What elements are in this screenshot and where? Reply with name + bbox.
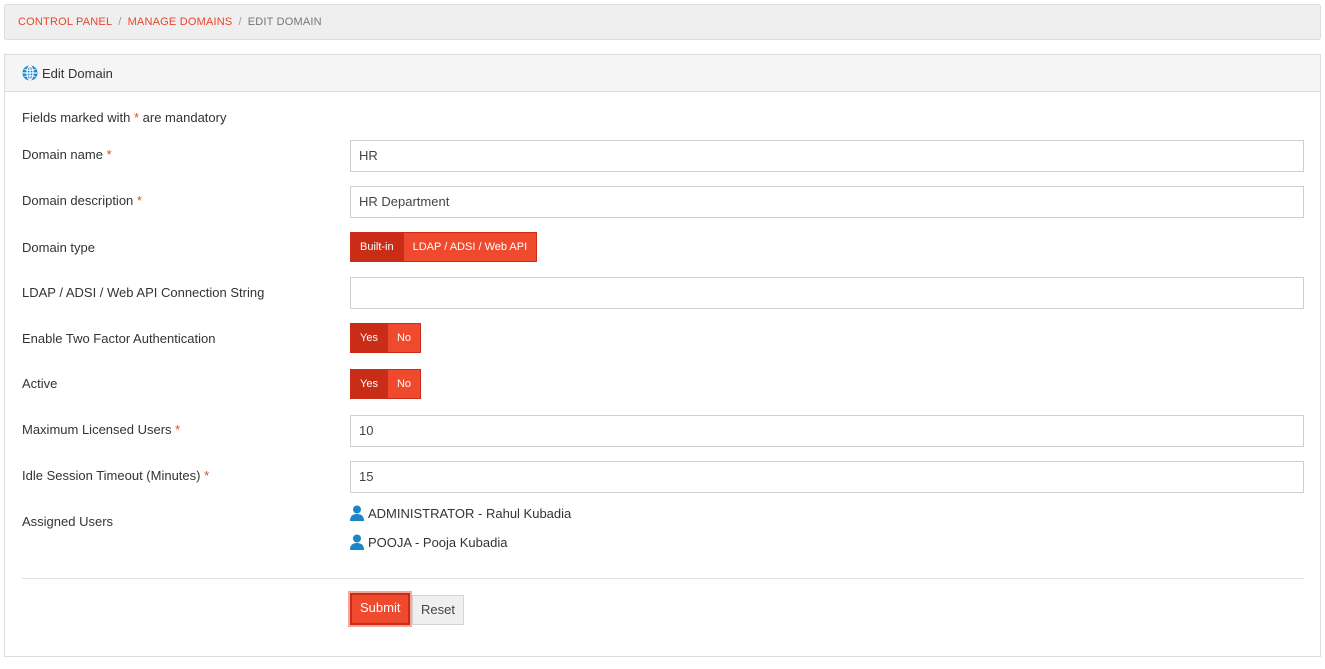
breadcrumb-manage-domains[interactable]: MANAGE DOMAINS [128, 16, 233, 28]
user-icon [350, 505, 364, 521]
form-divider [22, 578, 1304, 579]
breadcrumb-control-panel[interactable]: CONTROL PANEL [18, 16, 112, 28]
domain-description-input[interactable]: HR Department [350, 186, 1304, 218]
assigned-user-name: ADMINISTRATOR - Rahul Kubadia [368, 505, 572, 521]
idle-timeout-input[interactable]: 15 [350, 461, 1304, 493]
globe-icon [22, 65, 38, 81]
reset-button[interactable]: Reset [412, 595, 464, 625]
assigned-user-item: ADMINISTRATOR - Rahul Kubadia [350, 505, 571, 521]
domain-name-label: Domain name [22, 147, 103, 162]
active-label: Active [22, 376, 58, 391]
two-factor-label: Enable Two Factor Authentication [22, 331, 216, 346]
two-factor-yes-button[interactable]: Yes [350, 323, 388, 353]
domain-description-label: Domain description [22, 193, 134, 208]
panel-title: Edit Domain [42, 65, 113, 81]
mandatory-note-prefix: Fields marked with [22, 110, 134, 125]
breadcrumb-separator: / [118, 16, 122, 28]
idle-timeout-label: Idle Session Timeout (Minutes) [22, 468, 201, 483]
user-icon [350, 534, 364, 550]
breadcrumb: CONTROL PANEL / MANAGE DOMAINS / EDIT DOMAIN [4, 4, 1321, 40]
domain-type-toggle: Built-in LDAP / ADSI / Web API [350, 232, 538, 262]
two-factor-toggle: Yes No [350, 323, 422, 353]
required-star: * [175, 422, 181, 437]
submit-button[interactable]: Submit [350, 593, 411, 625]
assigned-user-item: POOJA - Pooja Kubadia [350, 534, 507, 550]
max-users-label: Maximum Licensed Users [22, 422, 172, 437]
assigned-users-label: Assigned Users [22, 514, 114, 529]
edit-domain-panel: Edit Domain Fields marked with * are man… [4, 54, 1321, 657]
connection-string-input[interactable] [350, 277, 1304, 309]
breadcrumb-separator: / [238, 16, 242, 28]
panel-heading: Edit Domain [5, 55, 1320, 92]
active-toggle: Yes No [350, 369, 422, 399]
domain-name-input[interactable]: HR [350, 140, 1304, 172]
domain-type-ldap-button[interactable]: LDAP / ADSI / Web API [403, 232, 538, 262]
active-yes-button[interactable]: Yes [350, 369, 388, 399]
domain-type-label: Domain type [22, 240, 95, 255]
max-users-input[interactable]: 10 [350, 415, 1304, 447]
required-star: * [204, 468, 210, 483]
required-star: * [106, 147, 112, 162]
assigned-user-name: POOJA - Pooja Kubadia [368, 534, 508, 550]
domain-type-builtin-button[interactable]: Built-in [350, 232, 404, 262]
breadcrumb-edit-domain: EDIT DOMAIN [247, 16, 322, 28]
two-factor-no-button[interactable]: No [387, 323, 422, 353]
required-star: * [136, 193, 142, 208]
mandatory-note-suffix: are mandatory [139, 110, 227, 125]
active-no-button[interactable]: No [387, 369, 422, 399]
connection-string-label: LDAP / ADSI / Web API Connection String [22, 285, 265, 300]
